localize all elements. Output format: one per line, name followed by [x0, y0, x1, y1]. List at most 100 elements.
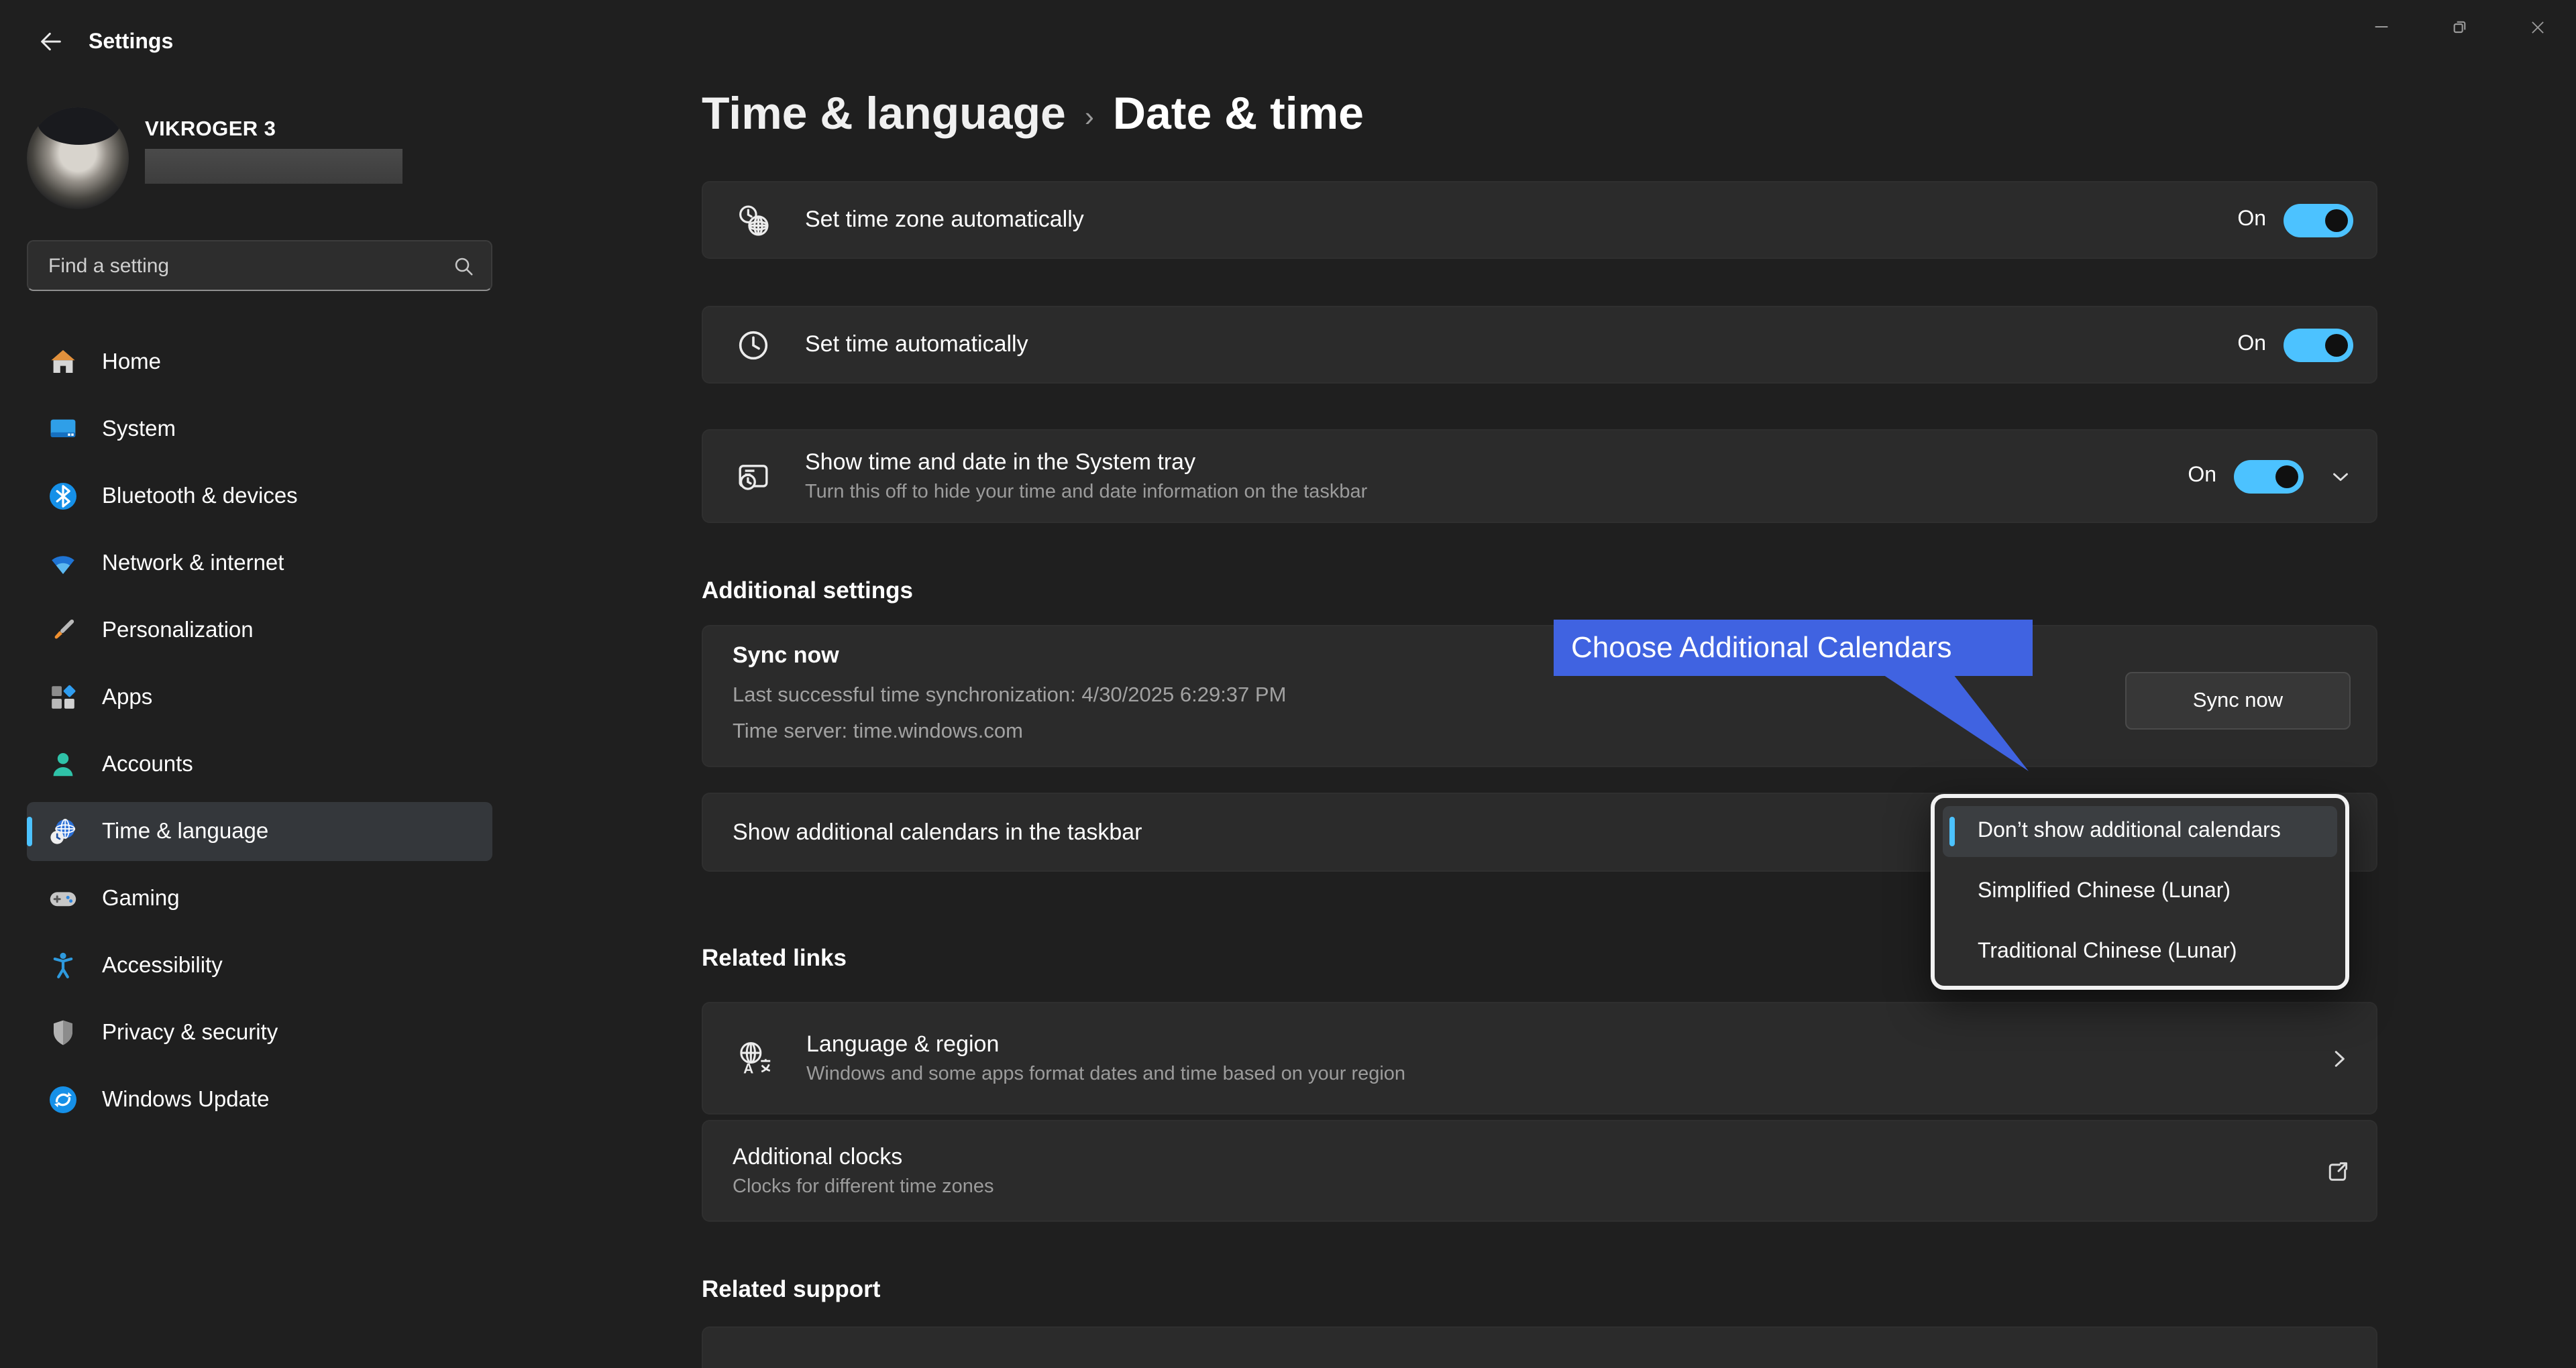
sync-time-server: Time server: time.windows.com [733, 720, 1023, 744]
sidebar-item-windows-update[interactable]: Windows Update [27, 1070, 492, 1129]
section-additional-settings: Additional settings [702, 577, 913, 605]
additional-clocks-row[interactable]: Additional clocks Clocks for different t… [702, 1120, 2377, 1222]
breadcrumb: Time & language › Date & time [702, 89, 1364, 141]
language-region-row[interactable]: A Language & region Windows and some app… [702, 1002, 2377, 1115]
sidebar-item-label: Gaming [102, 886, 180, 911]
set-time-label: Set time automatically [805, 331, 1028, 358]
apps-icon [47, 681, 79, 714]
close-button[interactable] [2498, 0, 2576, 54]
timezone-row: Set time zone automatically On [702, 181, 2377, 259]
breadcrumb-separator-icon: › [1085, 101, 1094, 133]
dropdown-option-simplified-chinese[interactable]: Simplified Chinese (Lunar) [1943, 866, 2337, 917]
sidebar-item-label: Accounts [102, 752, 193, 777]
dropdown-option-label: Don’t show additional calendars [1978, 819, 2281, 844]
sidebar-item-apps[interactable]: Apps [27, 668, 492, 727]
bluetooth-icon [47, 480, 79, 512]
additional-clocks-description: Clocks for different time zones [733, 1176, 994, 1198]
search-box [27, 240, 492, 291]
sync-last-sync: Last successful time synchronization: 4/… [733, 684, 1286, 708]
taskbar-clock-icon [735, 458, 771, 494]
system-icon [47, 413, 79, 445]
dropdown-option-dont-show[interactable]: Don’t show additional calendars [1943, 806, 2337, 857]
toggle-knob [2325, 209, 2348, 231]
time-language-icon [47, 815, 79, 848]
tray-row: Show time and date in the System tray Tu… [702, 429, 2377, 523]
timezone-state: On [2237, 208, 2266, 232]
sidebar-item-label: Apps [102, 685, 152, 710]
back-button[interactable] [27, 17, 75, 66]
breadcrumb-parent[interactable]: Time & language [702, 89, 1066, 141]
wifi-icon [47, 547, 79, 579]
timezone-globe-clock-icon [735, 202, 771, 238]
tray-state: On [2188, 464, 2216, 488]
accessibility-icon [47, 950, 79, 982]
update-icon [47, 1084, 79, 1116]
timezone-toggle[interactable] [2284, 203, 2353, 237]
settings-window: Settings VIKROGER 3 Home System [0, 0, 2576, 1368]
sidebar-item-system[interactable]: System [27, 400, 492, 459]
sidebar-item-label: Privacy & security [102, 1020, 278, 1045]
maximize-button[interactable] [2420, 0, 2498, 54]
sidebar-item-home[interactable]: Home [27, 333, 492, 392]
tray-expander[interactable] [2328, 463, 2353, 489]
dropdown-option-traditional-chinese[interactable]: Traditional Chinese (Lunar) [1943, 927, 2337, 978]
dropdown-option-label: Simplified Chinese (Lunar) [1978, 880, 2231, 904]
related-support-card-partial[interactable] [702, 1326, 2377, 1368]
tray-description: Turn this off to hide your time and date… [805, 481, 1367, 503]
sync-title: Sync now [733, 642, 839, 669]
toggle-knob [2275, 465, 2298, 488]
restore-icon [2449, 16, 2470, 38]
sidebar-item-accessibility[interactable]: Accessibility [27, 936, 492, 995]
sync-card: Sync now Last successful time synchroniz… [702, 625, 2377, 767]
sidebar-item-label: Network & internet [102, 551, 284, 576]
close-icon [2527, 17, 2547, 37]
sidebar-item-gaming[interactable]: Gaming [27, 869, 492, 928]
back-arrow-icon [38, 28, 64, 55]
minimize-button[interactable] [2343, 0, 2420, 54]
page-title: Date & time [1113, 89, 1364, 141]
tray-label: Show time and date in the System tray [805, 449, 1367, 476]
selected-accent-bar [1949, 817, 1954, 846]
minimize-icon [2372, 17, 2391, 36]
gamepad-icon [47, 882, 79, 915]
sidebar-item-time-language[interactable]: Time & language [27, 802, 492, 861]
annotation-callout-text: Choose Additional Calendars [1571, 630, 1952, 665]
clock-icon [735, 327, 771, 363]
sidebar-item-label: Time & language [102, 819, 268, 844]
sidebar-item-accounts[interactable]: Accounts [27, 735, 492, 794]
person-icon [47, 748, 79, 781]
chevron-down-icon [2328, 463, 2353, 489]
app-title: Settings [89, 31, 173, 55]
timezone-label: Set time zone automatically [805, 207, 1084, 233]
sidebar-item-label: System [102, 416, 176, 442]
language-region-title: Language & region [806, 1031, 1405, 1058]
additional-clocks-title: Additional clocks [733, 1144, 994, 1171]
sidebar-nav: Home System Bluetooth & devices Network … [27, 333, 492, 1137]
sidebar-item-bluetooth-devices[interactable]: Bluetooth & devices [27, 467, 492, 526]
sidebar-item-personalization[interactable]: Personalization [27, 601, 492, 660]
sync-now-button[interactable]: Sync now [2125, 672, 2351, 730]
sidebar-item-label: Accessibility [102, 953, 223, 978]
external-link-icon [2324, 1157, 2376, 1185]
toggle-knob [2325, 333, 2348, 356]
avatar [27, 107, 129, 209]
search-icon [452, 255, 476, 286]
sidebar-item-label: Personalization [102, 618, 254, 643]
brush-icon [47, 614, 79, 646]
tray-toggle[interactable] [2234, 459, 2304, 493]
annotation-callout: Choose Additional Calendars [1554, 620, 2033, 676]
set-time-row: Set time automatically On [702, 306, 2377, 384]
sidebar-item-privacy-security[interactable]: Privacy & security [27, 1003, 492, 1062]
window-controls [2343, 0, 2576, 54]
dropdown-option-label: Traditional Chinese (Lunar) [1978, 940, 2237, 964]
search-input[interactable] [46, 241, 427, 290]
language-region-icon: A [735, 1039, 773, 1077]
set-time-toggle[interactable] [2284, 328, 2353, 361]
chevron-right-icon [2326, 1045, 2376, 1071]
selected-accent-bar [27, 817, 32, 846]
sidebar-item-network-internet[interactable]: Network & internet [27, 534, 492, 593]
user-email-redacted [145, 149, 402, 184]
section-related-support: Related support [702, 1275, 880, 1304]
language-region-description: Windows and some apps format dates and t… [806, 1064, 1405, 1085]
home-icon [47, 346, 79, 378]
